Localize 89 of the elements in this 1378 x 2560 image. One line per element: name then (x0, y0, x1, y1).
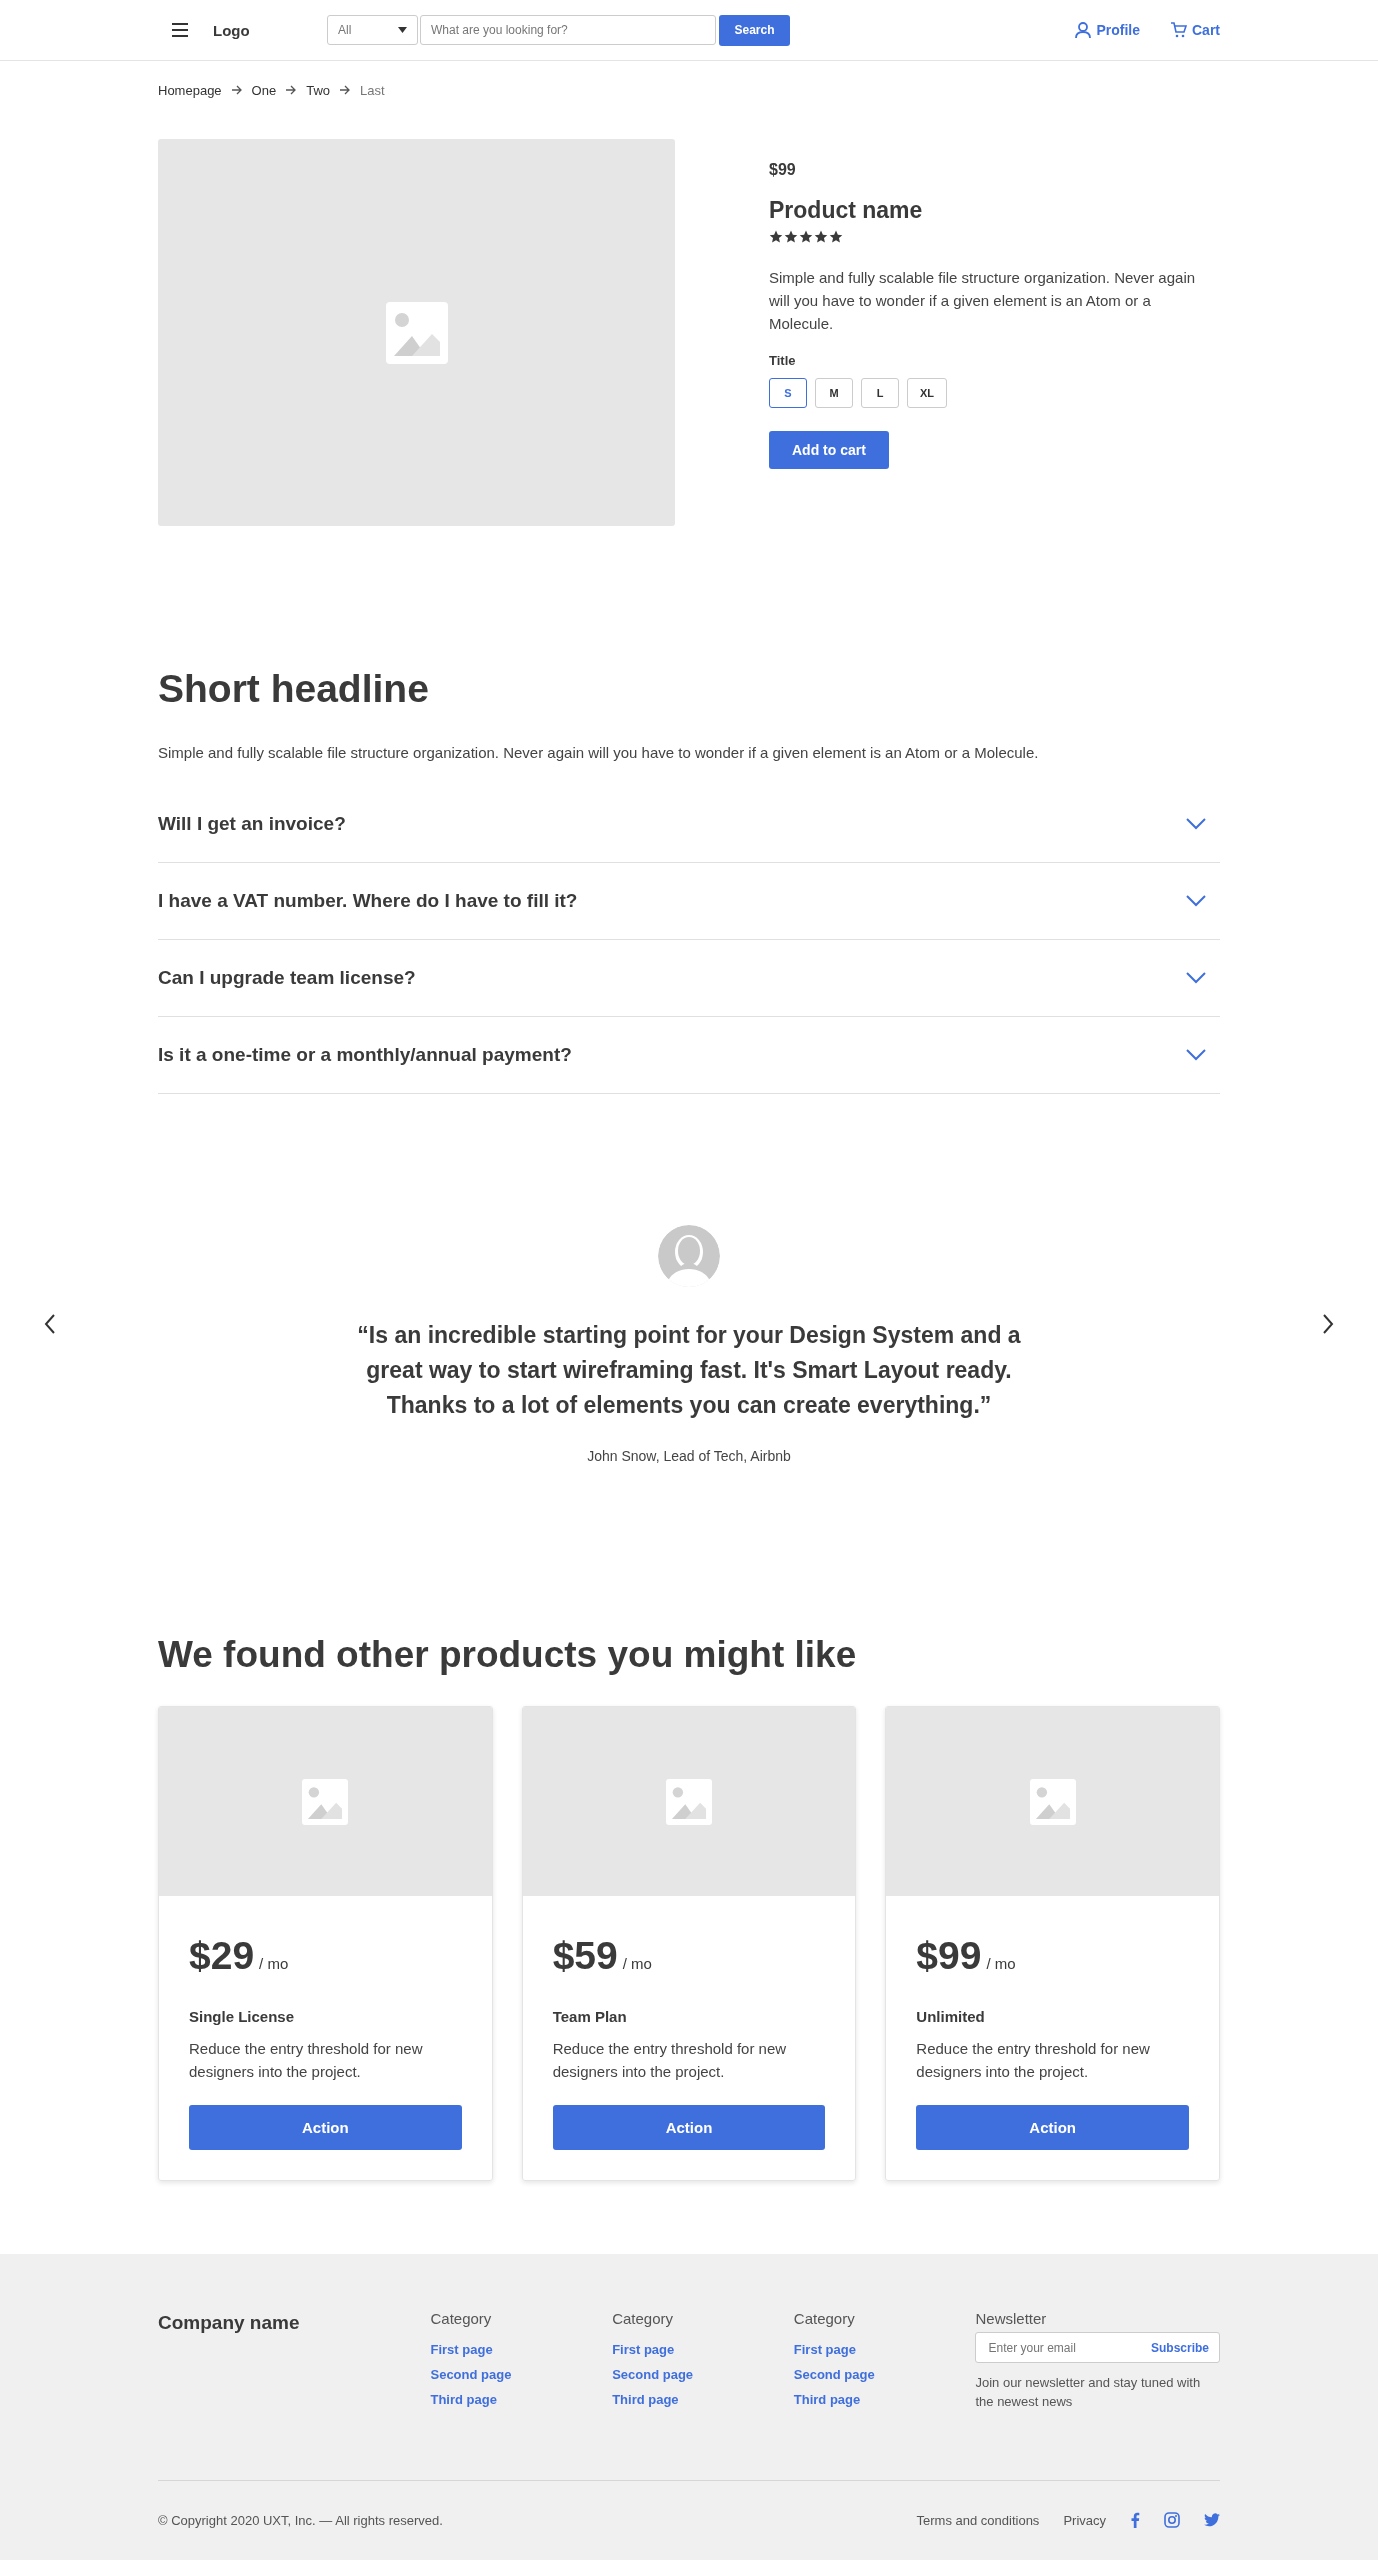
product-name: Product name (769, 197, 924, 224)
faq-question: Can I upgrade team license? (158, 967, 416, 989)
plan-title: Team Plan (552, 2008, 628, 2025)
footer-link[interactable]: Third page (430, 2392, 613, 2407)
image-icon (1029, 1778, 1076, 1825)
profile-link[interactable]: Profile (1075, 21, 1140, 39)
footer-link[interactable]: Second page (430, 2367, 613, 2382)
footer-heading: Category (793, 2310, 856, 2327)
action-button[interactable]: Action (552, 2105, 826, 2150)
plan-title: Single License (189, 2008, 296, 2025)
star-icon (814, 230, 828, 244)
breadcrumb-link[interactable]: Homepage (158, 82, 222, 98)
plan-description: Reduce the entry threshold for new designers into the project. (916, 2039, 1151, 2082)
copyright-text: © Copyright 2020 UXT, Inc. — All rights reserved. (158, 2512, 443, 2528)
category-select[interactable]: All (327, 15, 418, 45)
image-icon (666, 1778, 712, 1825)
faq-item[interactable]: Will I get an invoice? (158, 786, 1220, 863)
faq-question: Will I get an invoice? (158, 813, 346, 835)
star-icon (769, 230, 783, 244)
price-period: / mo (622, 1955, 652, 1972)
breadcrumb-link[interactable]: Last (360, 82, 385, 98)
footer-link[interactable]: Second page (612, 2367, 794, 2382)
footer-link[interactable]: Third page (612, 2392, 794, 2407)
user-icon (1075, 21, 1092, 39)
faq-item[interactable]: I have a VAT number. Where do I have to fill it? (158, 863, 1220, 940)
product-description: Simple and fully scalable file structure organization. Never again will you have to wonder if a given element is an Atom or a Molecule. (769, 268, 1197, 334)
facebook-icon[interactable] (1130, 2512, 1140, 2528)
faq-item[interactable]: Can I upgrade team license? (158, 940, 1220, 1017)
arrow-right-icon (339, 85, 352, 95)
footer-link[interactable]: Privacy (1063, 2512, 1106, 2528)
subscribe-button[interactable]: Subscribe (1150, 2340, 1209, 2355)
action-button[interactable]: Action (916, 2105, 1189, 2150)
footer-link[interactable]: Second page (793, 2367, 976, 2382)
action-button[interactable]: Action (189, 2105, 462, 2150)
footer-heading: Category (430, 2310, 493, 2327)
footer-link[interactable]: First page (612, 2342, 794, 2357)
chevron-right-icon[interactable] (1322, 1314, 1334, 1334)
section-intro: Simple and fully scalable file structure organization. Never again will you have to wonder if a given element is an Atom or a Molecule. (158, 744, 1040, 761)
size-option[interactable]: M (815, 378, 853, 408)
arrow-right-icon (285, 85, 298, 95)
star-icon (829, 230, 843, 244)
star-icon (784, 230, 798, 244)
footer-link[interactable]: Third page (793, 2392, 976, 2407)
size-option[interactable]: XL (907, 378, 948, 408)
caret-icon (398, 27, 407, 33)
arrow-right-icon (230, 85, 243, 95)
faq-question: I have a VAT number. Where do I have to fill it? (158, 890, 578, 912)
faq-item[interactable]: Is it a one-time or a monthly/annual payment? (158, 1017, 1220, 1094)
plan-price: $59 (552, 1934, 618, 1978)
breadcrumb-link[interactable]: Two (306, 82, 331, 98)
testimonial-author: John Snow, Lead of Tech, Airbnb (587, 1447, 791, 1464)
add-to-cart-button[interactable]: Add to cart (769, 431, 889, 469)
email-field[interactable]: Enter your email Subscribe (975, 2332, 1220, 2363)
image-icon (385, 301, 448, 364)
plan-description: Reduce the entry threshold for new designers into the project. (189, 2039, 424, 2082)
logo[interactable]: Logo (213, 21, 327, 39)
section-headline: We found other products you might like (158, 1634, 858, 1676)
cart-link[interactable]: Cart (1170, 22, 1220, 38)
option-title: Title (769, 353, 797, 368)
image-icon (302, 1778, 349, 1825)
breadcrumb-link[interactable]: One (251, 82, 277, 98)
cart-icon (1170, 22, 1187, 38)
price-period: / mo (259, 1955, 289, 1972)
footer-link[interactable]: First page (793, 2342, 976, 2357)
testimonial-quote: “Is an incredible starting point for your Design System and a great way to start wireframing fast. It's Smart Layout ready. Thanks to a lot of elements you can create everything.” (356, 1320, 1022, 1420)
search-button[interactable]: Search (719, 14, 790, 46)
plan-price: $29 (189, 1934, 255, 1978)
star-icon (799, 230, 813, 244)
instagram-icon[interactable] (1164, 2512, 1180, 2528)
price-period: / mo (986, 1955, 1016, 1972)
plan-description: Reduce the entry threshold for new designers into the project. (552, 2039, 788, 2082)
footer-link[interactable]: First page (430, 2342, 613, 2357)
menu-icon[interactable] (171, 23, 189, 37)
size-option[interactable]: L (861, 378, 899, 408)
company-name: Company name (158, 2311, 301, 2335)
avatar-icon (658, 1224, 720, 1287)
size-option[interactable]: S (769, 378, 807, 408)
plan-price: $99 (916, 1934, 982, 1978)
twitter-icon[interactable] (1204, 2513, 1220, 2527)
product-price: $99 (769, 161, 797, 179)
footer-link[interactable]: Terms and conditions (916, 2512, 1040, 2528)
footer-heading: Category (612, 2310, 674, 2327)
section-headline: Short headline (158, 667, 430, 711)
newsletter-note: Join our newsletter and stay tuned with the newest news (975, 2374, 1202, 2411)
chevron-left-icon[interactable] (44, 1314, 56, 1334)
footer-heading: Newsletter (975, 2310, 1048, 2327)
plan-title: Unlimited (916, 2008, 986, 2025)
faq-question: Is it a one-time or a monthly/annual payment? (158, 1044, 572, 1066)
search-field[interactable]: What are you looking for? (420, 15, 716, 45)
